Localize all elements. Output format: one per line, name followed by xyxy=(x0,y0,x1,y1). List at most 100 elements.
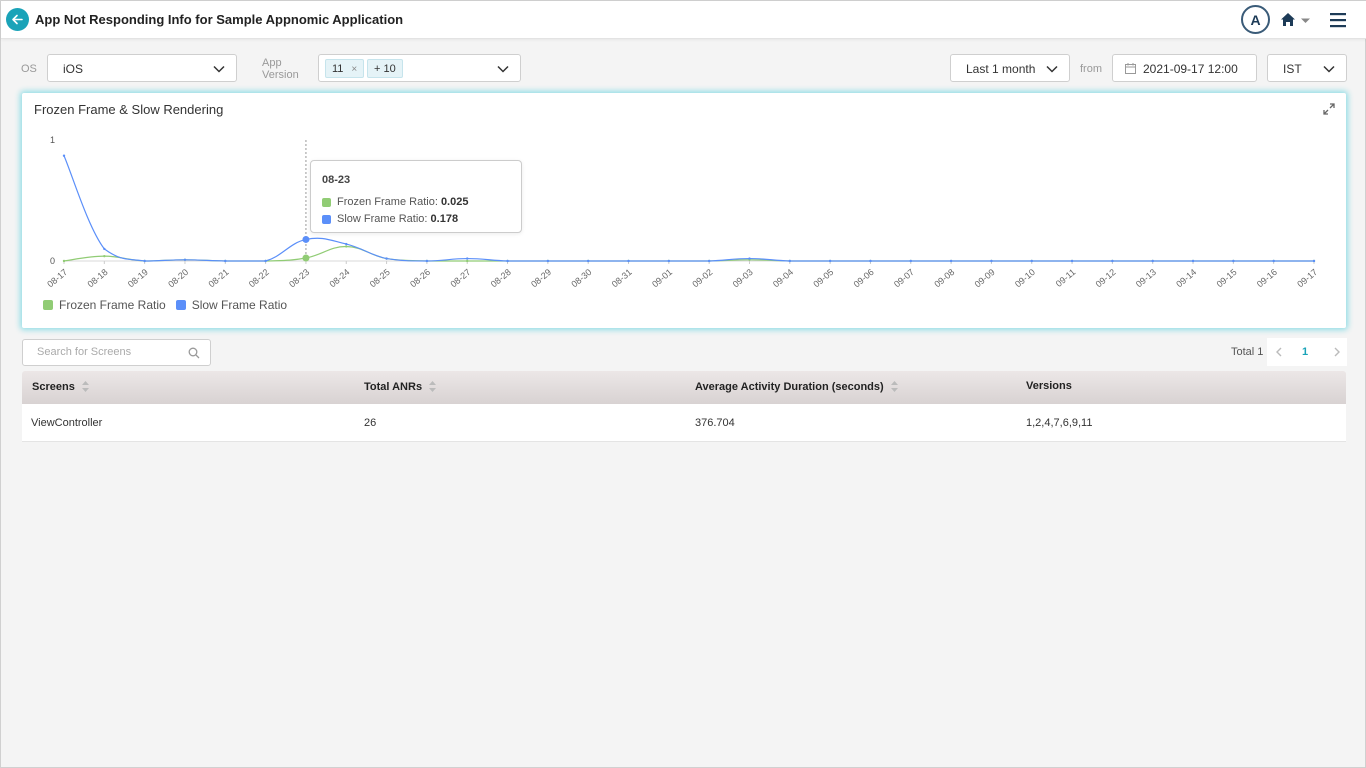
x-tick-label: 08-27 xyxy=(448,267,472,289)
chevron-right-icon[interactable] xyxy=(1331,345,1343,359)
chevron-left-icon[interactable] xyxy=(1273,345,1285,359)
timezone-select[interactable]: IST xyxy=(1267,54,1347,82)
calendar-icon xyxy=(1125,63,1136,74)
data-point xyxy=(1111,259,1114,263)
table-header: Screens Total ANRs Average Activity Dura… xyxy=(22,371,1346,404)
column-header-label: Total ANRs xyxy=(364,380,423,393)
screen-search-input[interactable] xyxy=(37,346,187,358)
series-line-1 xyxy=(63,155,1314,262)
legend-label: Frozen Frame Ratio xyxy=(59,298,166,312)
hamburger-menu-button[interactable] xyxy=(1329,11,1347,29)
app-version-tag[interactable]: 11 × xyxy=(325,59,365,78)
sort-icon[interactable] xyxy=(428,380,437,393)
column-header-total-anrs[interactable]: Total ANRs xyxy=(364,380,437,393)
x-tick-label: 09-14 xyxy=(1174,267,1198,289)
data-point xyxy=(1070,259,1074,263)
tag-remove-icon[interactable]: × xyxy=(351,64,357,75)
cell-versions: 1,2,4,7,6,9,11 xyxy=(1026,417,1093,429)
chevron-down-icon xyxy=(497,65,509,73)
x-tick-label: 08-28 xyxy=(489,267,513,289)
screens-table: Screens Total ANRs Average Activity Dura… xyxy=(22,371,1346,442)
y-tick-label: 0 xyxy=(50,256,55,266)
user-avatar[interactable]: A xyxy=(1241,5,1270,34)
tooltip-value: 0.178 xyxy=(430,213,459,225)
arrow-left-icon xyxy=(12,14,23,25)
legend-swatch xyxy=(175,300,186,310)
home-menu-button[interactable] xyxy=(1280,11,1312,29)
os-select[interactable]: iOS xyxy=(47,54,237,82)
x-tick-label: 08-24 xyxy=(327,267,351,289)
data-point xyxy=(869,259,872,263)
column-header-versions: Versions xyxy=(1026,380,1072,392)
os-label: OS xyxy=(21,63,37,75)
x-tick-label: 09-17 xyxy=(1295,267,1319,289)
x-tick-label: 09-11 xyxy=(1054,267,1078,289)
x-tick-label: 08-30 xyxy=(569,267,593,289)
data-point xyxy=(627,259,630,263)
column-header-avg-duration[interactable]: Average Activity Duration (seconds) xyxy=(695,380,899,393)
series-line-0 xyxy=(63,245,1314,262)
legend-swatch xyxy=(43,300,53,310)
back-button[interactable] xyxy=(6,8,29,31)
from-date-picker[interactable]: 2021-09-17 12:00 xyxy=(1112,54,1257,82)
data-point xyxy=(143,259,146,263)
data-point xyxy=(302,235,310,243)
x-tick-label: 09-04 xyxy=(771,267,795,289)
data-point xyxy=(103,254,106,258)
x-tick-label: 08-26 xyxy=(408,267,432,289)
app-version-label: App Version xyxy=(262,57,299,81)
data-point xyxy=(506,259,509,263)
cell-avg-duration: 376.704 xyxy=(695,417,735,429)
data-point xyxy=(667,259,671,263)
data-point xyxy=(586,259,590,263)
hamburger-icon xyxy=(1330,13,1346,28)
chart-tooltip: 08-23 Frozen Frame Ratio: 0.025 Slow Fra… xyxy=(310,160,522,233)
time-range-select[interactable]: Last 1 month xyxy=(950,54,1070,82)
legend-label: Slow Frame Ratio xyxy=(191,298,288,312)
sort-icon[interactable] xyxy=(81,380,90,393)
data-point xyxy=(1272,259,1275,263)
chevron-down-icon xyxy=(213,65,225,73)
data-point xyxy=(466,257,469,260)
tooltip-label: Frozen Frame Ratio xyxy=(337,196,435,208)
sort-icon[interactable] xyxy=(890,380,899,393)
legend-swatch xyxy=(322,197,331,207)
data-point xyxy=(466,259,469,263)
table-row[interactable]: ViewController 26 376.704 1,2,4,7,6,9,11 xyxy=(22,404,1346,442)
x-tick-label: 09-12 xyxy=(1094,267,1118,289)
data-point xyxy=(425,259,429,263)
data-point xyxy=(949,259,953,263)
pagination: 1 xyxy=(1267,338,1347,366)
data-point xyxy=(1151,259,1154,263)
tooltip-label: Slow Frame Ratio xyxy=(337,213,425,225)
x-tick-label: 08-19 xyxy=(126,267,150,289)
x-tick-label: 08-22 xyxy=(247,267,271,289)
search-icon[interactable] xyxy=(188,347,200,359)
x-tick-label: 08-20 xyxy=(166,267,190,289)
home-icon xyxy=(1281,13,1310,26)
tooltip-date: 08-23 xyxy=(322,174,351,186)
app-version-tag-label: 11 xyxy=(332,63,344,75)
from-label: from xyxy=(1080,63,1102,75)
x-tick-label: 09-16 xyxy=(1255,267,1279,289)
line-chart[interactable]: 0108-17 08-18 08-19 08-20 08-21 08-22 08-23 08-… xyxy=(22,93,1346,328)
tooltip-row-slow: Slow Frame Ratio: 0.178 xyxy=(322,213,458,225)
page-number[interactable]: 1 xyxy=(1302,346,1308,358)
data-point xyxy=(546,259,550,263)
column-header-screens[interactable]: Screens xyxy=(32,380,90,393)
app-version-select[interactable]: 11 × + 10 xyxy=(318,54,521,82)
x-tick-label: 08-17 xyxy=(45,267,69,289)
app-version-more-tag: + 10 xyxy=(367,59,403,78)
legend-item-slow[interactable]: Slow Frame Ratio xyxy=(175,298,288,312)
data-point xyxy=(788,259,792,263)
time-range-value: Last 1 month xyxy=(966,62,1036,76)
legend-item-frozen[interactable]: Frozen Frame Ratio xyxy=(43,298,166,312)
os-select-value: iOS xyxy=(63,62,84,76)
data-point xyxy=(385,257,388,260)
screen-search-box xyxy=(22,339,211,366)
data-point xyxy=(345,245,348,248)
x-tick-label: 09-10 xyxy=(1013,267,1037,289)
x-tick-label: 09-07 xyxy=(892,267,916,289)
data-point xyxy=(1191,259,1195,263)
column-header-label: Average Activity Duration (seconds) xyxy=(695,380,884,393)
